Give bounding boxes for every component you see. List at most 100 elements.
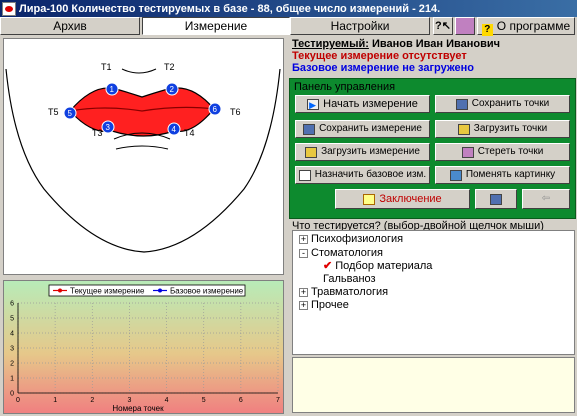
tree-item-label: Психофизиология [311,233,404,245]
erase-points-label: Стереть точки [477,146,544,157]
about-button[interactable]: ? О программе [477,17,575,36]
y-tick-label: 0 [10,391,14,398]
measurement-chart: Текущее измерение Базовое измерение 0 1 2 3 4… [4,281,283,413]
tree-item-stomatology[interactable]: - Стоматология [299,247,383,260]
save-points-label: Сохранить точки [471,98,550,109]
left-arrow-icon: ⇦ [541,193,551,204]
tree-item-other[interactable]: + Прочее [299,299,349,312]
x-tick-label: 1 [53,397,57,404]
point-5[interactable]: 5 [63,106,77,120]
tree-item-psychophysiology[interactable]: + Психофизиология [299,233,403,246]
set-base-label: Назначить базовое изм. [314,169,427,180]
expand-icon[interactable]: + [299,301,308,310]
tree-item-material-selection[interactable]: ✔ Подбор материала [323,260,432,273]
point-2[interactable]: 2 [165,82,179,96]
about-label: О программе [496,19,571,33]
y-tick-label: 5 [10,316,14,323]
load-measurement-label: Загрузить измерение [321,146,420,157]
document-icon [490,193,502,205]
conclusion-icon [363,193,376,205]
collapse-icon[interactable]: - [299,249,308,258]
x-tick-label: 0 [16,397,20,404]
svg-text:1: 1 [110,85,115,94]
conclusion-text-area[interactable] [292,357,575,413]
legend-entry: Текущее измерение [70,287,145,296]
label-t1: T1 [101,62,112,72]
label-t4: T4 [184,128,195,138]
eraser-icon [461,146,474,158]
window-title: Лира-100 Количество тестируемых в базе -… [19,2,441,15]
checkmark-icon: ✔ [323,260,333,272]
save-measurement-button[interactable]: Сохранить измерение [295,120,430,138]
test-category-tree: + Психофизиология - Стоматология ✔ Подбор м… [292,230,575,355]
conclusion-button[interactable]: Заключение [335,189,470,209]
subject-name: Иванов Иван Иванович [371,38,501,50]
control-panel-title: Панель управления [294,81,396,93]
tab-row: Архив Измерение Настройки ?↖ ? О программ… [0,17,577,36]
save-points-button[interactable]: Сохранить точки [435,95,570,113]
help-pointer-icon[interactable]: ?↖ [433,17,453,35]
change-picture-label: Поменять картинку [465,169,556,180]
erase-points-button[interactable]: Стереть точки [435,143,570,161]
x-tick-label: 3 [127,397,131,404]
load-measurement-button[interactable]: Загрузить измерение [295,143,430,161]
x-tick-label: 2 [90,397,94,404]
tree-item-label: Подбор материала [335,260,433,272]
y-tick-label: 3 [10,346,14,353]
x-tick-label: 7 [276,397,280,404]
start-measurement-label: Начать измерение [323,98,418,110]
open-document-button[interactable] [475,189,517,209]
y-tick-label: 1 [10,376,14,383]
y-tick-label: 4 [10,331,14,338]
point-4[interactable]: 4 [167,122,181,136]
tab-archive[interactable]: Архив [0,17,140,35]
face-image-panel[interactable]: T1 T2 T3 T4 T5 T6 1 2 3 4 5 6 [3,38,284,275]
start-measurement-button[interactable]: Начать измерение [295,95,430,113]
base-icon [298,169,311,181]
point-1[interactable]: 1 [105,82,119,96]
point-3[interactable]: 3 [101,120,115,134]
play-icon [307,97,320,113]
book-icon[interactable] [455,17,475,35]
chart-panel: Текущее измерение Базовое измерение 0 1 2 3 4… [3,280,284,414]
chin-curve-lower [115,145,169,150]
x-tick-label: 4 [165,397,169,404]
x-axis-label: Номера точек [112,404,164,413]
conclusion-label: Заключение [379,193,442,205]
disk-icon [455,98,468,110]
svg-text:6: 6 [213,105,218,114]
legend-entry: Базовое измерение [170,287,244,296]
expand-icon[interactable]: + [299,288,308,297]
disk-icon [303,123,316,135]
svg-text:2: 2 [170,85,175,94]
tab-measurement[interactable]: Измерение [142,17,290,35]
set-base-measurement-button[interactable]: Назначить базовое изм. [295,166,430,184]
tree-item-label: Стоматология [311,247,383,259]
svg-text:5: 5 [68,109,73,118]
subject-info: Тестируемый: Иванов Иван Иванович Текуще… [292,38,575,74]
folder-icon [305,146,318,158]
point-6[interactable]: 6 [208,102,222,116]
folder-icon [457,123,470,135]
load-points-button[interactable]: Загрузить точки [435,120,570,138]
tree-item-galvanosis[interactable]: Гальваноз [323,273,376,286]
legend-marker [158,288,162,293]
tree-item-traumatology[interactable]: + Травматология [299,286,388,299]
svg-text:3: 3 [106,123,111,132]
label-t6: T6 [230,107,241,117]
face-diagram: T1 T2 T3 T4 T5 T6 1 2 3 4 5 6 [5,62,281,253]
save-measurement-label: Сохранить измерение [319,123,422,134]
expand-icon[interactable]: + [299,235,308,244]
tab-settings[interactable]: Настройки [290,17,430,35]
label-t5: T5 [48,107,59,117]
current-measurement-status: Текущее измерение отсутствует [292,50,467,62]
tree-item-label: Гальваноз [323,273,376,285]
change-picture-button[interactable]: Поменять картинку [435,166,570,184]
app-icon [2,1,16,16]
monitor-icon [449,169,462,181]
y-tick-label: 6 [10,301,14,308]
y-tick-label: 2 [10,361,14,368]
title-bar: Лира-100 Количество тестируемых в базе -… [0,0,577,17]
back-arrow-button[interactable]: ⇦ [522,189,570,209]
nose-line [121,68,157,74]
